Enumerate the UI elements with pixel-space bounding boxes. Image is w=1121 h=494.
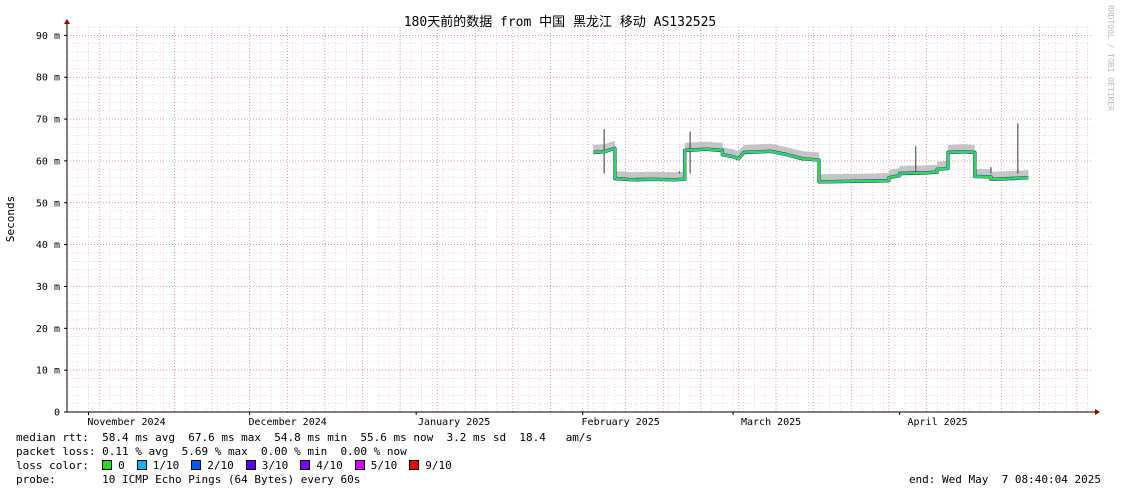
y-tick-label: 30 m bbox=[36, 282, 60, 293]
x-tick-label: April 2025 bbox=[908, 417, 968, 428]
y-tick-label: 10 m bbox=[36, 366, 60, 377]
tick-labels: 0 10 m 20 m 30 m 40 m 50 m 60 m 70 m 80 m 90 m Nov… bbox=[36, 31, 968, 428]
loss-color-list: 0 1/10 2/10 3/10 4/10 5/10 9/10 bbox=[102, 459, 464, 472]
loss-color-label-text: 3/10 bbox=[261, 459, 289, 472]
x-tick-label: January 2025 bbox=[418, 417, 490, 428]
loss-color-item: 3/10 bbox=[245, 459, 289, 472]
y-tick-label: 60 m bbox=[36, 156, 60, 167]
probe-label: probe: bbox=[16, 473, 56, 486]
loss-color-label-text: 4/10 bbox=[316, 459, 343, 472]
loss-color-item: 5/10 bbox=[354, 459, 398, 472]
loss-color-label-text: 1/10 bbox=[152, 459, 180, 472]
probe-value: 10 ICMP Echo Pings (64 Bytes) every 60s bbox=[102, 473, 361, 486]
x-axis-arrow bbox=[1095, 409, 1100, 415]
latency-chart: 0 10 m 20 m 30 m 40 m 50 m 60 m 70 m 80 m 90 m Nov… bbox=[4, 5, 1115, 428]
rrdtool-credit: RRDTOOL / TOBI OETIKER bbox=[1106, 5, 1115, 111]
y-tick-label: 40 m bbox=[36, 240, 60, 251]
grid bbox=[66, 26, 1093, 412]
packet-loss-values: 0.11 % avg 5.69 % max 0.00 % min 0.00 % … bbox=[102, 445, 407, 458]
y-tick-label: 80 m bbox=[36, 73, 60, 84]
median-rtt-row: median rtt: 58.4 ms avg 67.6 ms max 54.8… bbox=[16, 431, 1116, 445]
loss-color-swatch bbox=[409, 460, 420, 470]
end-timestamp: end: Wed May 7 08:40:04 2025 bbox=[908, 473, 1101, 486]
y-tick-label: 20 m bbox=[36, 324, 60, 335]
loss-color-swatch bbox=[245, 460, 256, 470]
loss-color-label-text: 9/10 bbox=[425, 459, 452, 472]
x-tick-label: March 2025 bbox=[741, 417, 801, 428]
packet-loss-label: packet loss: bbox=[16, 445, 96, 458]
loss-color-label-text: 0 bbox=[118, 459, 125, 472]
y-axis-label: Seconds bbox=[4, 196, 17, 242]
y-axis-arrow bbox=[64, 19, 70, 24]
smoke-band-area bbox=[593, 140, 1029, 184]
loss-color-swatch bbox=[191, 460, 202, 470]
y-tick-label: 50 m bbox=[36, 198, 60, 209]
loss-color-item: 0 bbox=[102, 459, 125, 472]
loss-color-item: 9/10 bbox=[409, 459, 452, 472]
loss-color-swatch bbox=[354, 460, 365, 470]
loss-color-swatch bbox=[300, 460, 311, 470]
y-tick-label: 90 m bbox=[36, 31, 60, 42]
axes bbox=[64, 19, 1100, 415]
probe-row: probe: 10 ICMP Echo Pings (64 Bytes) eve… bbox=[16, 473, 1116, 487]
x-tick-label: February 2025 bbox=[582, 417, 660, 428]
packet-loss-row: packet loss: 0.11 % avg 5.69 % max 0.00 … bbox=[16, 445, 1116, 459]
loss-color-label-text: 5/10 bbox=[370, 459, 398, 472]
loss-color-swatch bbox=[102, 460, 113, 470]
loss-color-label-text: 2/10 bbox=[207, 459, 234, 472]
median-rtt-label: median rtt: bbox=[16, 431, 89, 444]
y-tick-label: 70 m bbox=[36, 115, 60, 126]
legend: median rtt: 58.4 ms avg 67.6 ms max 54.8… bbox=[16, 431, 1116, 487]
loss-color-label: loss color: bbox=[16, 459, 89, 472]
median-rtt-values: 58.4 ms avg 67.6 ms max 54.8 ms min 55.6… bbox=[102, 431, 593, 444]
chart-title: 180天前的数据 from 中国 黑龙江 移动 AS132525 bbox=[404, 14, 717, 30]
x-tick-label: December 2024 bbox=[248, 417, 326, 428]
x-tick-label: November 2024 bbox=[87, 417, 165, 428]
loss-color-swatch bbox=[136, 460, 147, 470]
loss-color-item: 4/10 bbox=[300, 459, 343, 472]
loss-color-item: 1/10 bbox=[136, 459, 180, 472]
y-tick-label: 0 bbox=[54, 408, 60, 419]
loss-color-item: 2/10 bbox=[191, 459, 234, 472]
loss-color-row: loss color: 0 1/10 2/10 3/10 4/10 5/10 9/10 bbox=[16, 459, 1116, 473]
